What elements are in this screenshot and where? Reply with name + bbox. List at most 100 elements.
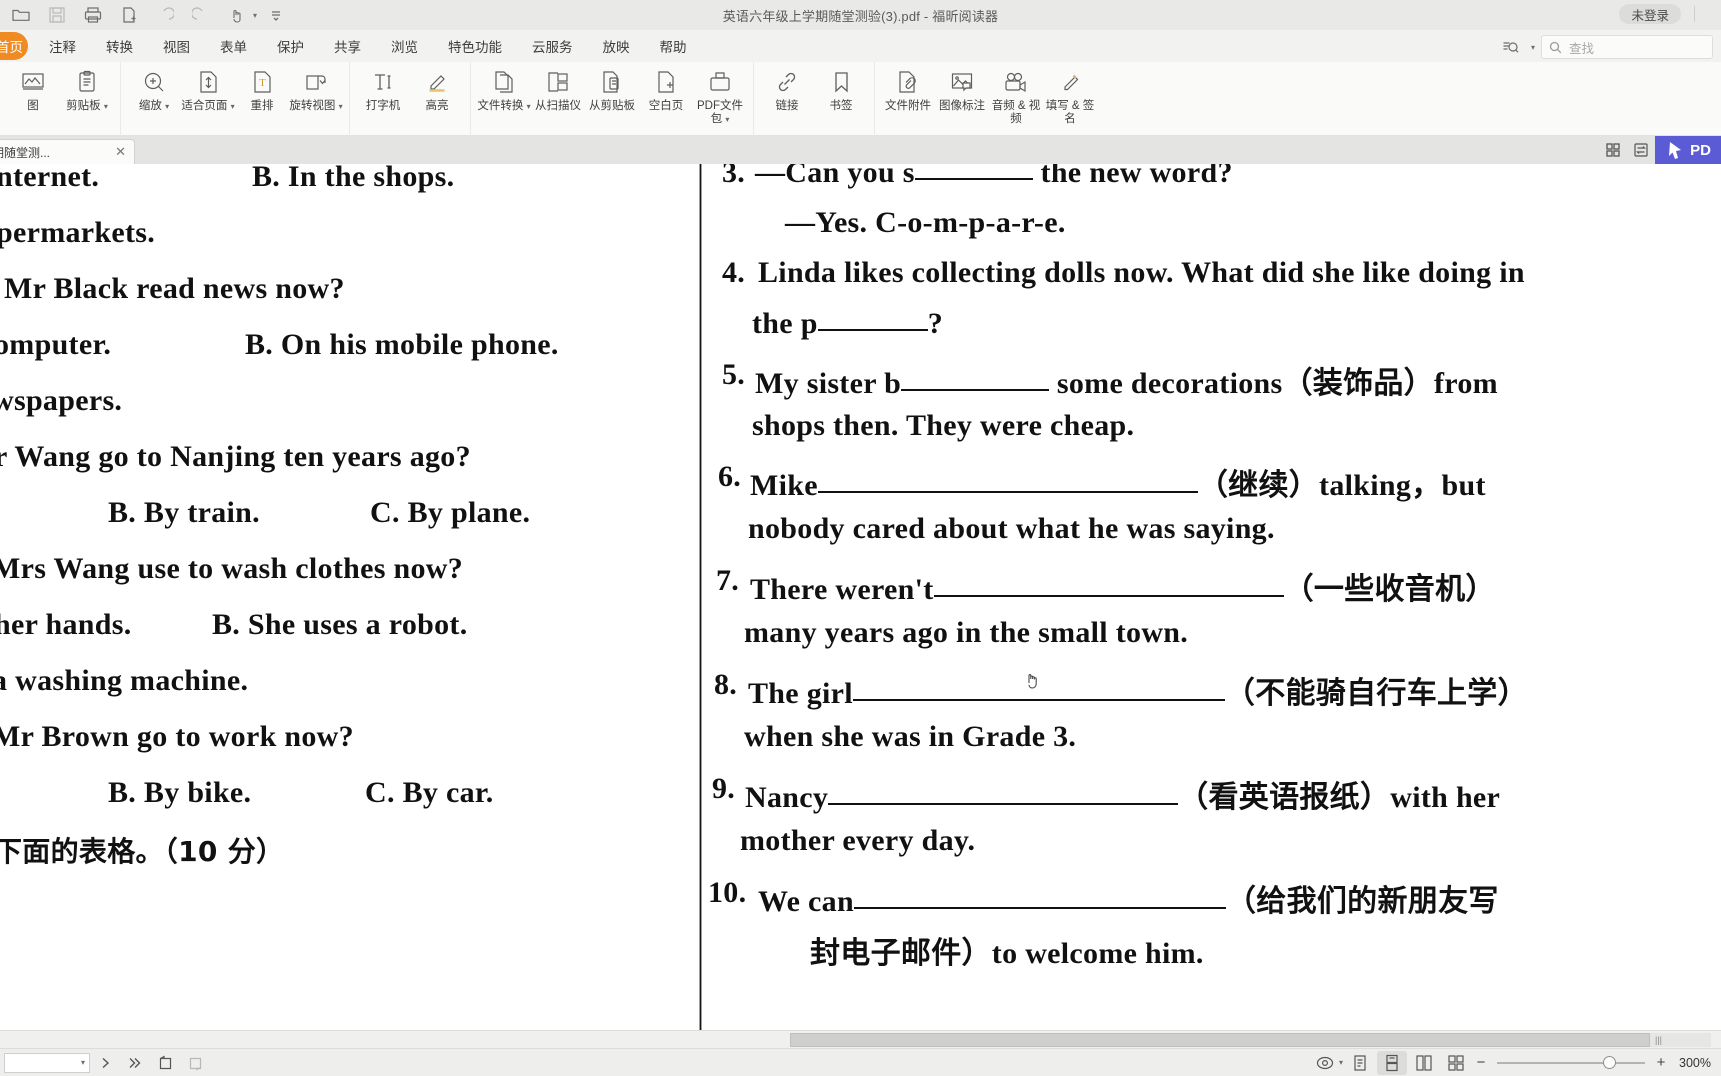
- audio-video-button[interactable]: 音频 & 视频: [989, 62, 1043, 134]
- two-page-continuous-icon[interactable]: [1441, 1051, 1471, 1075]
- compare-pages-icon[interactable]: [1627, 136, 1655, 164]
- hand-tool-icon[interactable]: [220, 2, 254, 28]
- bookmark-button[interactable]: 书签: [814, 62, 868, 134]
- reflow-button[interactable]: T 重排: [235, 62, 289, 134]
- zoom-in-icon: [142, 67, 167, 97]
- open-folder-icon[interactable]: [4, 2, 38, 28]
- undo-icon[interactable]: [148, 2, 182, 28]
- view-group: 图 剪贴板 ▾: [0, 62, 121, 136]
- highlight-button[interactable]: 高亮: [410, 62, 464, 134]
- from-clipboard-button[interactable]: 从剪贴板: [585, 62, 639, 134]
- pdf-portfolio-label: PDF文件包 ▾: [697, 100, 743, 125]
- ribbon-toolbar: 图 剪贴板 ▾ 缩放 ▾ 适合页面 ▾ T 重排 旋转视图 ▾ 打字机 高亮 文…: [0, 62, 1721, 136]
- resize-grip-icon[interactable]: |||: [1655, 1035, 1662, 1045]
- link-button[interactable]: 链接: [760, 62, 814, 134]
- clipboard-button[interactable]: 剪贴板 ▾: [60, 62, 114, 134]
- zoom-button[interactable]: 缩放 ▾: [127, 62, 181, 134]
- image-annotation-button[interactable]: 图像标注: [935, 62, 989, 134]
- display-group: 缩放 ▾ 适合页面 ▾ T 重排 旋转视图 ▾: [121, 62, 350, 136]
- login-status-chip[interactable]: 未登录: [1619, 4, 1681, 24]
- question-line: —Can you s the new word?: [755, 164, 1233, 189]
- view-button[interactable]: 图: [6, 62, 60, 134]
- fit-page-label: 适合页面 ▾: [181, 100, 235, 112]
- from-scanner-button[interactable]: 从扫描仪: [531, 62, 585, 134]
- menu-home-tab[interactable]: 首页: [0, 32, 28, 60]
- two-page-icon[interactable]: [1409, 1051, 1439, 1075]
- menu-item-present[interactable]: 放映: [588, 32, 645, 60]
- question-line: Nancy （看英语报纸）with her: [745, 781, 1501, 814]
- hand-tool-dropdown-caret[interactable]: ▾: [253, 11, 257, 20]
- text-select-icon[interactable]: [1494, 34, 1528, 60]
- pdf-brand-badge[interactable]: PD: [1655, 136, 1721, 164]
- document-tab[interactable]: 级上学期随堂测... ✕: [0, 139, 135, 164]
- menu-item-features[interactable]: 特色功能: [433, 32, 517, 60]
- read-mode-caret[interactable]: ▾: [1339, 1058, 1343, 1067]
- file-attachment-button[interactable]: 文件附件: [881, 62, 935, 134]
- insert-group: 文件附件 图像标注 音频 & 视频 填写 & 签名: [875, 62, 1103, 136]
- chevron-down-icon: ▾: [338, 102, 343, 111]
- print-icon[interactable]: [76, 2, 110, 28]
- menu-item-share[interactable]: 共享: [319, 32, 376, 60]
- highlight-icon: [425, 67, 449, 97]
- page-number-input[interactable]: ▾: [4, 1052, 90, 1073]
- menu-item-form[interactable]: 表单: [205, 32, 262, 60]
- last-page-icon[interactable]: [120, 1051, 150, 1075]
- view-label: 图: [27, 100, 39, 112]
- menu-item-annotate[interactable]: 注释: [34, 32, 91, 60]
- create-group: 文件转换 ▾ 从扫描仪 从剪贴板 空白页 PDF文件包 ▾: [471, 62, 754, 136]
- menu-item-convert[interactable]: 转换: [91, 32, 148, 60]
- thumbnail-grid-icon[interactable]: [1599, 136, 1627, 164]
- zoom-level-value[interactable]: 300%: [1671, 1056, 1715, 1070]
- search-input[interactable]: 查找: [1541, 35, 1713, 59]
- left-line: Mrs Wang use to wash clothes now?: [0, 552, 464, 585]
- read-mode-icon[interactable]: [1310, 1051, 1340, 1075]
- menu-item-help[interactable]: 帮助: [645, 32, 702, 60]
- zoom-label: 缩放 ▾: [138, 100, 170, 112]
- create-pdf-icon[interactable]: [112, 2, 146, 28]
- title-divider: [1694, 6, 1695, 22]
- menu-item-cloud[interactable]: 云服务: [517, 32, 588, 60]
- menu-item-protect[interactable]: 保护: [262, 32, 319, 60]
- blank-page-button[interactable]: 空白页: [639, 62, 693, 134]
- rotate-view-icon: [304, 67, 328, 97]
- question-line: The girl （不能骑自行车上学）: [748, 677, 1528, 710]
- next-page-icon[interactable]: [90, 1051, 120, 1075]
- horizontal-scrollbar[interactable]: |||: [0, 1030, 1721, 1048]
- question-line: My sister b some decorations（装饰品）from: [755, 367, 1498, 400]
- menu-item-view[interactable]: 视图: [148, 32, 205, 60]
- zoom-out-button[interactable]: −: [1473, 1054, 1489, 1071]
- from-scanner-icon: [546, 67, 570, 97]
- zoom-in-button[interactable]: +: [1653, 1054, 1669, 1071]
- fill-sign-button[interactable]: 填写 & 签名: [1043, 62, 1097, 134]
- close-icon[interactable]: ✕: [109, 144, 126, 160]
- rotate-view-label: 旋转视图 ▾: [289, 100, 343, 112]
- pdf-portfolio-button[interactable]: PDF文件包 ▾: [693, 62, 747, 134]
- menu-item-browse[interactable]: 浏览: [376, 32, 433, 60]
- pdf-badge-label: PD: [1690, 141, 1711, 159]
- foxit-arrow-icon: [1669, 142, 1682, 159]
- chevron-down-icon: ▾: [725, 115, 730, 124]
- typewriter-button[interactable]: 打字机: [356, 62, 410, 134]
- search-options-caret[interactable]: ▾: [1531, 43, 1535, 52]
- left-line: B. By bike.: [108, 776, 252, 809]
- zoom-slider[interactable]: [1491, 1053, 1651, 1073]
- chevron-down-icon[interactable]: ▾: [81, 1058, 85, 1067]
- question-number: 3.: [722, 164, 746, 189]
- continuous-page-icon[interactable]: [1377, 1050, 1407, 1075]
- document-viewport[interactable]: nternet. B. In the shops. permarkets. Mr…: [0, 164, 1721, 1030]
- question-line: nobody cared about what he was saying.: [748, 512, 1275, 545]
- zoom-slider-knob[interactable]: [1603, 1056, 1616, 1069]
- image-annotation-label: 图像标注: [939, 100, 985, 112]
- scrollbar-thumb[interactable]: [790, 1033, 1650, 1047]
- typewriter-label: 打字机: [365, 100, 401, 112]
- customize-toolbar-icon[interactable]: [259, 2, 293, 28]
- rotate-view-button[interactable]: 旋转视图 ▾: [289, 62, 343, 134]
- next-view-icon[interactable]: [180, 1051, 210, 1075]
- question-number: 8.: [714, 668, 738, 701]
- fit-page-button[interactable]: 适合页面 ▾: [181, 62, 235, 134]
- single-page-icon[interactable]: [1345, 1051, 1375, 1075]
- save-icon[interactable]: [40, 2, 74, 28]
- previous-view-icon[interactable]: [150, 1051, 180, 1075]
- file-convert-button[interactable]: 文件转换 ▾: [477, 62, 531, 134]
- redo-icon[interactable]: [184, 2, 218, 28]
